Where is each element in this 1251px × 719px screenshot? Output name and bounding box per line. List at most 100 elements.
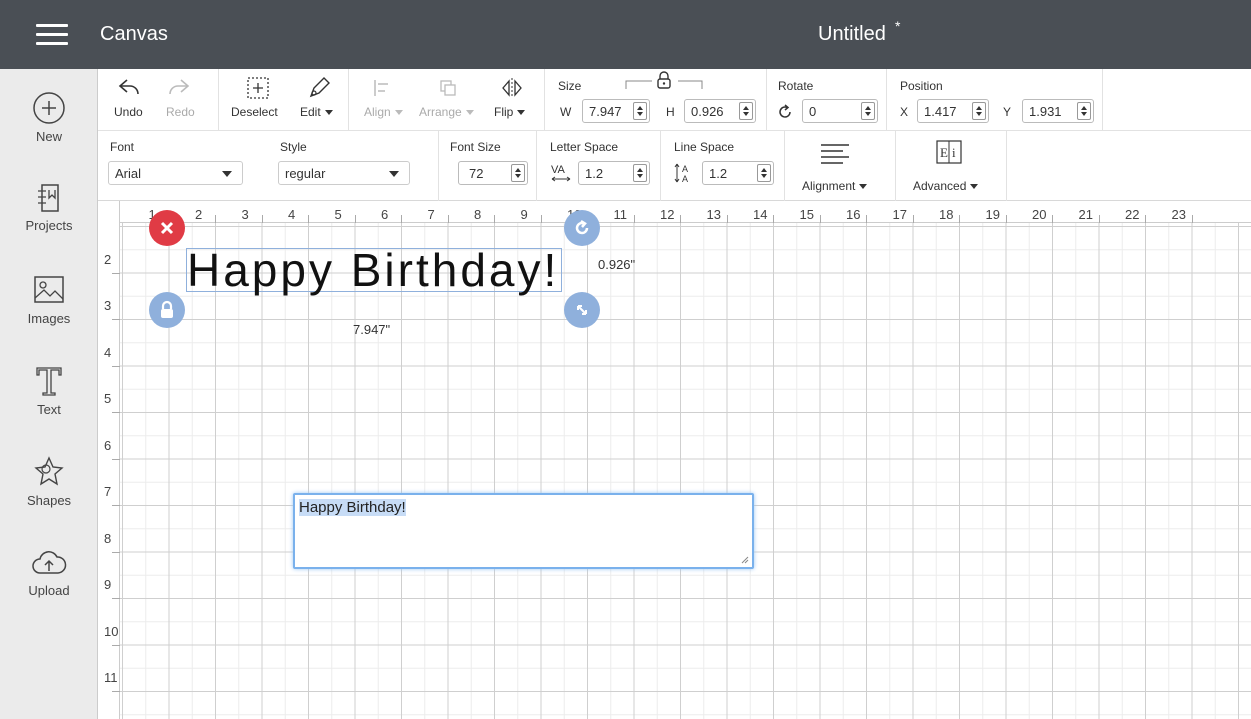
divider: [348, 69, 349, 131]
y-stepper[interactable]: [1077, 102, 1091, 120]
letter-space-label: Letter Space: [550, 140, 619, 154]
flip-dropdown[interactable]: Flip: [488, 75, 534, 125]
align-label: Align: [364, 105, 403, 119]
deselect-button[interactable]: Deselect: [228, 75, 286, 125]
arrange-icon: [440, 80, 456, 96]
line-space-stepper[interactable]: [757, 164, 771, 182]
alignment-text: Alignment: [802, 179, 856, 193]
align-text: Align: [364, 105, 391, 119]
ruler-tick: [912, 215, 914, 223]
sidebar-item-upload[interactable]: Upload: [0, 547, 98, 598]
left-sidebar: New Projects Images Text Shapes Upload: [0, 69, 98, 719]
ruler-tick: [1005, 215, 1007, 223]
sidebar-item-projects[interactable]: Projects: [0, 182, 98, 233]
letter-space-stepper[interactable]: [633, 164, 647, 182]
align-dropdown[interactable]: Align: [360, 75, 410, 125]
ruler-tick: [726, 215, 728, 223]
toolbar-text-row: Font Arial Style regular Font Size 72 Le…: [98, 131, 1251, 201]
lock-icon: [161, 300, 173, 318]
edit-dropdown[interactable]: Edit: [294, 75, 342, 125]
divider: [766, 69, 767, 131]
text-object-content: Happy Birthday!: [187, 244, 560, 296]
sidebar-item-text[interactable]: Text: [0, 364, 98, 417]
resize-handle[interactable]: [564, 292, 600, 328]
ruler-tick: [112, 644, 120, 646]
align-left-icon: [821, 144, 849, 164]
width-input[interactable]: 7.947: [582, 99, 650, 123]
advanced-dropdown[interactable]: Ei Advanced: [903, 137, 1003, 197]
font-size-input[interactable]: 72: [458, 161, 528, 185]
chevron-down-icon: [517, 110, 526, 116]
sidebar-item-new[interactable]: New: [0, 91, 98, 144]
rotate-stepper[interactable]: [861, 102, 875, 120]
redo-button[interactable]: Redo: [162, 75, 208, 125]
line-space-input[interactable]: 1.2: [702, 161, 774, 185]
height-input[interactable]: 0.926: [684, 99, 756, 123]
ruler-tick: [1191, 215, 1193, 223]
delete-handle[interactable]: [149, 210, 185, 246]
x-value: 1.417: [924, 104, 957, 119]
style-label: Style: [280, 140, 307, 154]
top-bar: Canvas Untitled *: [0, 0, 1251, 69]
position-x-input[interactable]: 1.417: [917, 99, 989, 123]
chevron-down-icon: [859, 184, 868, 190]
text-edit-box[interactable]: Happy Birthday!: [293, 493, 754, 569]
rotate-icon: [779, 104, 791, 118]
advanced-label: Advanced: [913, 179, 979, 193]
chevron-down-icon: [465, 110, 474, 116]
undo-button[interactable]: Undo: [108, 75, 154, 125]
ruler-top-label: 15: [799, 207, 814, 222]
redo-label: Redo: [166, 105, 195, 119]
letter-space-input[interactable]: 1.2: [578, 161, 650, 185]
sidebar-item-shapes[interactable]: Shapes: [0, 455, 98, 508]
selected-text-object[interactable]: Happy Birthday!: [186, 244, 562, 296]
y-label: Y: [1003, 105, 1012, 119]
rotate-icon: [575, 219, 589, 235]
font-select[interactable]: Arial: [108, 161, 243, 185]
image-icon: [34, 276, 64, 303]
hamburger-icon[interactable]: [36, 24, 68, 46]
arrange-dropdown[interactable]: Arrange: [416, 75, 482, 125]
divider: [886, 69, 887, 131]
rotate-label: Rotate: [778, 79, 814, 93]
sidebar-item-label: Images: [27, 311, 71, 326]
design-canvas[interactable]: 1234567891011121314151617181920212223 23…: [98, 201, 1251, 719]
ruler-top-label: 19: [985, 207, 1000, 222]
x-stepper[interactable]: [972, 102, 986, 120]
svg-text:i: i: [952, 145, 956, 160]
toolbar-edit-row: Undo Redo Deselect Edit Align Arrange Fl…: [98, 69, 1251, 131]
style-value: regular: [285, 166, 326, 181]
deselect-icon: [247, 77, 269, 99]
ruler-top-label: 12: [660, 207, 675, 222]
ruler-tick: [680, 215, 681, 223]
rotate-input[interactable]: 0: [802, 99, 878, 123]
chevron-down-icon: [222, 171, 232, 177]
lock-handle[interactable]: [149, 292, 185, 328]
document-title[interactable]: Untitled: [818, 23, 886, 46]
ruler-top-label: 9: [520, 207, 528, 222]
lock-icon[interactable]: [655, 70, 673, 90]
arrange-label: Arrange: [419, 105, 474, 119]
ruler-tick: [112, 598, 120, 599]
alignment-dropdown[interactable]: Alignment: [792, 137, 888, 197]
ruler-tick: [540, 215, 542, 223]
width-stepper[interactable]: [633, 102, 647, 120]
size-label: Size: [558, 79, 582, 93]
advanced-text: Advanced: [913, 179, 967, 193]
height-stepper[interactable]: [739, 102, 753, 120]
ruler-tick: [401, 215, 402, 223]
shapes-icon: [34, 456, 64, 486]
svg-text:E: E: [940, 145, 948, 160]
ruler-tick: [866, 215, 867, 223]
resize-grip-icon[interactable]: [739, 554, 749, 564]
font-size-stepper[interactable]: [511, 164, 525, 182]
position-label: Position: [900, 79, 943, 93]
sidebar-item-images[interactable]: Images: [0, 273, 98, 326]
divider: [1102, 69, 1103, 131]
style-select[interactable]: regular: [278, 161, 410, 185]
position-y-input[interactable]: 1.931: [1022, 99, 1094, 123]
ruler-left-label: 3: [104, 298, 112, 313]
font-size-value: 72: [469, 166, 484, 181]
rotate-handle[interactable]: [564, 210, 600, 246]
ruler-tick: [1145, 215, 1146, 223]
